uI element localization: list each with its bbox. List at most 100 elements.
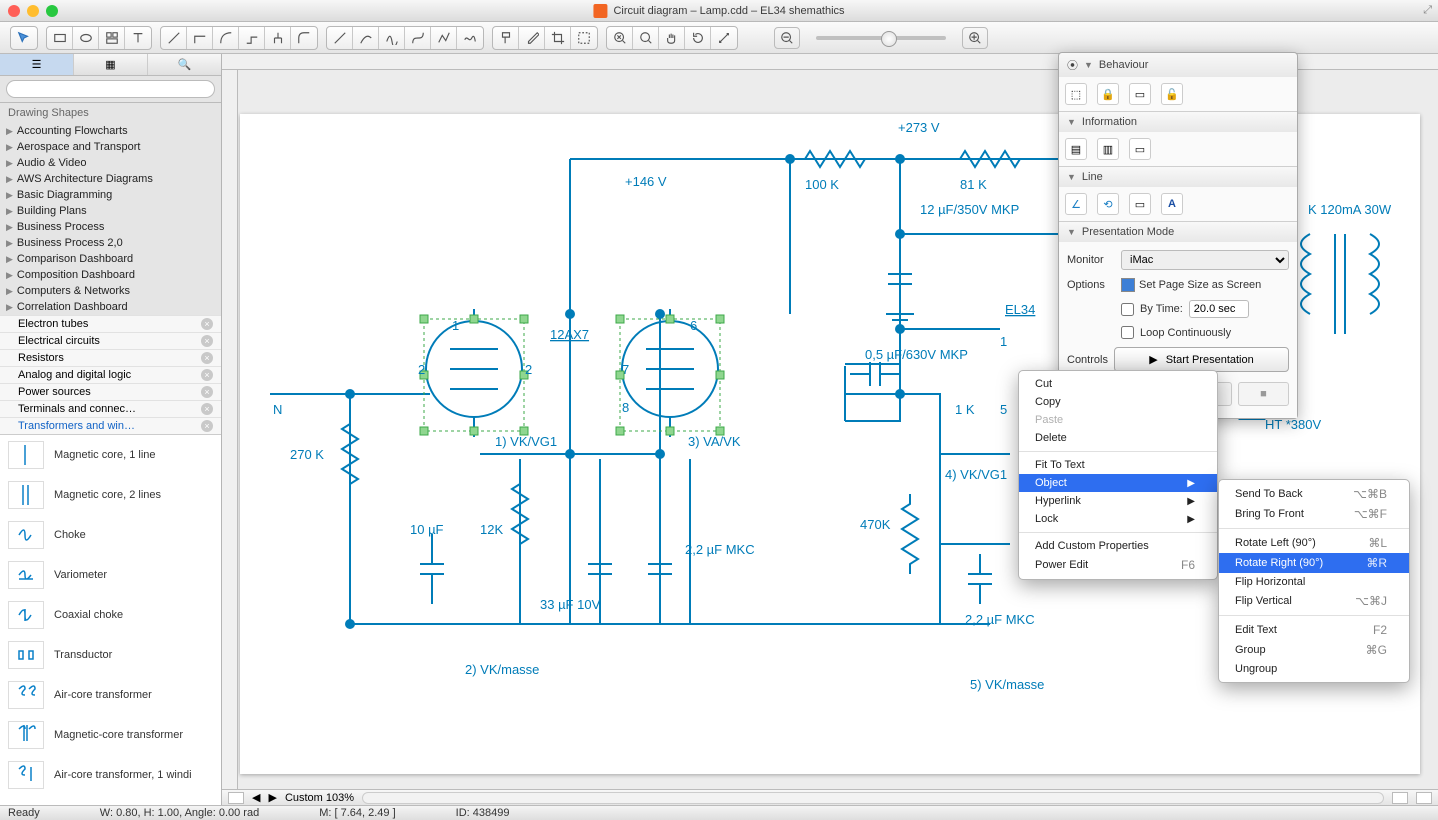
view-mode-1[interactable] bbox=[1392, 792, 1408, 804]
bytime-check[interactable] bbox=[1121, 303, 1134, 316]
line-tool[interactable] bbox=[327, 27, 353, 49]
category-item[interactable]: ▶Aerospace and Transport bbox=[0, 139, 221, 155]
ellipse-tool[interactable] bbox=[73, 27, 99, 49]
unlock-icon[interactable]: 🔓 bbox=[1161, 83, 1183, 105]
line-text-icon[interactable]: A bbox=[1161, 193, 1183, 215]
library-item[interactable]: Resistors× bbox=[0, 349, 221, 366]
close-icon[interactable]: × bbox=[201, 318, 213, 330]
format-painter[interactable] bbox=[493, 27, 519, 49]
line-fill-icon[interactable]: ▭ bbox=[1129, 193, 1151, 215]
close-icon[interactable]: × bbox=[201, 403, 213, 415]
eyedropper-tool[interactable] bbox=[519, 27, 545, 49]
page-tab-1[interactable] bbox=[228, 792, 244, 804]
bytime-input[interactable] bbox=[1189, 300, 1249, 318]
library-item[interactable]: Electrical circuits× bbox=[0, 332, 221, 349]
shape-item[interactable]: Coaxial choke bbox=[0, 595, 221, 635]
hand-tool[interactable] bbox=[659, 27, 685, 49]
close-icon[interactable]: × bbox=[201, 352, 213, 364]
zoom-out[interactable] bbox=[774, 27, 800, 49]
menu-item[interactable]: Fit To Text bbox=[1019, 456, 1217, 474]
lib-view-tree[interactable]: ☰ bbox=[0, 54, 74, 75]
category-item[interactable]: ▶Audio & Video bbox=[0, 155, 221, 171]
lib-view-search[interactable]: 🔍 bbox=[148, 54, 221, 75]
info-icon-2[interactable]: ▥ bbox=[1097, 138, 1119, 160]
behaviour-icon-3[interactable]: ▭ bbox=[1129, 83, 1151, 105]
shape-item[interactable]: Air-core transformer, 1 windi bbox=[0, 755, 221, 795]
crop-tool[interactable] bbox=[545, 27, 571, 49]
rotate-tool[interactable] bbox=[685, 27, 711, 49]
close-icon[interactable]: × bbox=[201, 335, 213, 347]
polyline-tool[interactable] bbox=[431, 27, 457, 49]
menu-item[interactable]: Hyperlink▶ bbox=[1019, 492, 1217, 510]
menu-item[interactable]: Ungroup bbox=[1219, 660, 1409, 678]
zoom-tool[interactable] bbox=[633, 27, 659, 49]
rect-tool[interactable] bbox=[47, 27, 73, 49]
library-item[interactable]: Transformers and win…× bbox=[0, 417, 221, 434]
library-item[interactable]: Terminals and connec…× bbox=[0, 400, 221, 417]
menu-item[interactable]: Cut bbox=[1019, 375, 1217, 393]
conn-round[interactable] bbox=[291, 27, 317, 49]
h-scroll[interactable] bbox=[362, 792, 1384, 804]
line-end-icon[interactable]: ⟲ bbox=[1097, 193, 1119, 215]
loop-check[interactable] bbox=[1121, 326, 1134, 339]
lock-icon[interactable]: 🔒 bbox=[1097, 83, 1119, 105]
start-presentation-btn[interactable]: ▶Start Presentation bbox=[1114, 347, 1289, 372]
category-item[interactable]: ▶Composition Dashboard bbox=[0, 267, 221, 283]
menu-item[interactable]: Edit TextF2 bbox=[1219, 620, 1409, 640]
opt-pagesize[interactable]: Set Page Size as Screen bbox=[1139, 279, 1261, 291]
menu-item[interactable]: Object▶ bbox=[1019, 474, 1217, 492]
menu-item[interactable]: Group⌘G bbox=[1219, 640, 1409, 660]
category-item[interactable]: ▶Accounting Flowcharts bbox=[0, 123, 221, 139]
menu-item[interactable]: Power EditF6 bbox=[1019, 555, 1217, 575]
category-item[interactable]: ▶Correlation Dashboard bbox=[0, 299, 221, 315]
menu-item[interactable]: Flip Vertical⌥⌘J bbox=[1219, 591, 1409, 611]
minimize-window-btn[interactable] bbox=[27, 5, 39, 17]
zoom-level[interactable]: Custom 103% bbox=[285, 792, 354, 804]
info-icon-3[interactable]: ▭ bbox=[1129, 138, 1151, 160]
info-icon-1[interactable]: ▤ bbox=[1065, 138, 1087, 160]
library-search[interactable] bbox=[6, 80, 215, 98]
zoom-fit[interactable] bbox=[607, 27, 633, 49]
behaviour-icon-1[interactable]: ⬚ bbox=[1065, 83, 1087, 105]
shape-item[interactable]: Magnetic-core transformer bbox=[0, 715, 221, 755]
zoom-window-btn[interactable] bbox=[46, 5, 58, 17]
menu-item[interactable]: Rotate Left (90°)⌘L bbox=[1219, 533, 1409, 553]
sec-presentation[interactable]: Presentation Mode bbox=[1082, 226, 1174, 238]
sec-behaviour[interactable]: Behaviour bbox=[1099, 59, 1149, 71]
library-item[interactable]: Power sources× bbox=[0, 383, 221, 400]
zoom-slider[interactable] bbox=[816, 36, 946, 40]
category-item[interactable]: ▶Comparison Dashboard bbox=[0, 251, 221, 267]
sec-line[interactable]: Line bbox=[1082, 171, 1103, 183]
category-item[interactable]: ▶Business Process 2,0 bbox=[0, 235, 221, 251]
inspector-panel[interactable]: ⦿▼Behaviour ⬚ 🔒 ▭ 🔓 ▼Information ▤ ▥ ▭ ▼… bbox=[1058, 52, 1298, 419]
lib-view-grid[interactable]: ▦ bbox=[74, 54, 148, 75]
canvas[interactable]: +146 V +273 V 100 K 81 K 12 µF/350V MKP … bbox=[222, 54, 1438, 805]
monitor-select[interactable]: iMac bbox=[1121, 250, 1289, 270]
bezier-tool[interactable] bbox=[405, 27, 431, 49]
menu-item[interactable]: Lock▶ bbox=[1019, 510, 1217, 528]
category-item[interactable]: ▶Basic Diagramming bbox=[0, 187, 221, 203]
shape-item[interactable]: Transductor bbox=[0, 635, 221, 675]
menu-item[interactable]: Bring To Front⌥⌘F bbox=[1219, 504, 1409, 524]
close-icon[interactable]: × bbox=[201, 420, 213, 432]
pointer-tool[interactable] bbox=[11, 27, 37, 49]
freehand-tool[interactable] bbox=[457, 27, 483, 49]
menu-item[interactable]: Flip Horizontal bbox=[1219, 573, 1409, 591]
close-window-btn[interactable] bbox=[8, 5, 20, 17]
layout-tool[interactable] bbox=[99, 27, 125, 49]
line-style-icon[interactable]: ∠ bbox=[1065, 193, 1087, 215]
edit-points[interactable] bbox=[711, 27, 737, 49]
category-item[interactable]: ▶Business Process bbox=[0, 219, 221, 235]
conn-step[interactable] bbox=[239, 27, 265, 49]
zoom-in[interactable] bbox=[962, 27, 988, 49]
menu-item[interactable]: Delete bbox=[1019, 429, 1217, 447]
view-mode-2[interactable] bbox=[1416, 792, 1432, 804]
menu-item[interactable]: Add Custom Properties bbox=[1019, 537, 1217, 555]
category-item[interactable]: ▶Building Plans bbox=[0, 203, 221, 219]
library-item[interactable]: Analog and digital logic× bbox=[0, 366, 221, 383]
shape-item[interactable]: Variometer bbox=[0, 555, 221, 595]
region-tool[interactable] bbox=[571, 27, 597, 49]
shape-item[interactable]: Magnetic core, 1 line bbox=[0, 435, 221, 475]
category-item[interactable]: ▶AWS Architecture Diagrams bbox=[0, 171, 221, 187]
menu-item[interactable]: Copy bbox=[1019, 393, 1217, 411]
